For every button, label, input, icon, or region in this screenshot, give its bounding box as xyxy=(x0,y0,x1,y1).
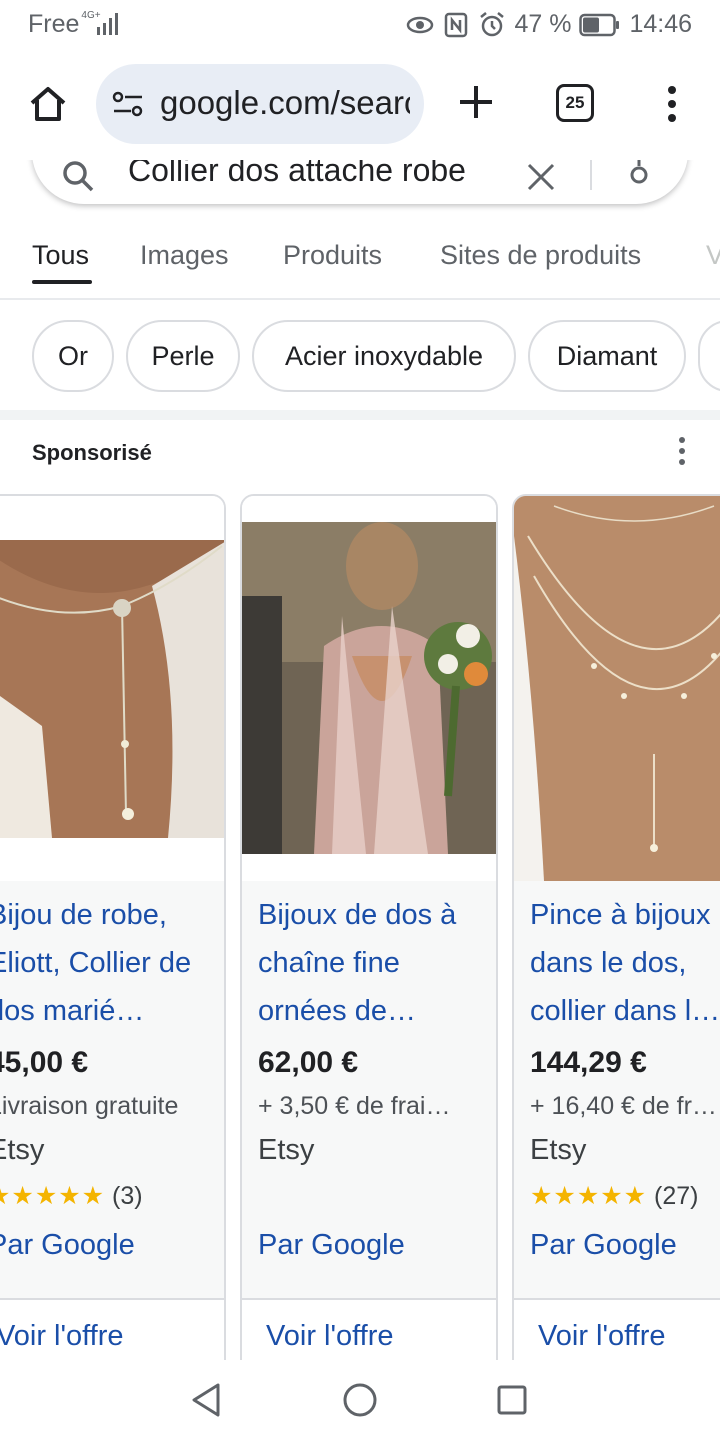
product-price: 62,00 € xyxy=(258,1046,359,1079)
by-google-link[interactable]: Par Google xyxy=(258,1219,488,1271)
product-shipping: + 3,50 € de frai… xyxy=(258,1092,451,1120)
filter-chips: Or Perle Acier inoxydable Diamant xyxy=(0,320,720,394)
search-input[interactable]: Collier dos attache robe xyxy=(128,160,466,189)
chip-partial[interactable] xyxy=(698,320,720,392)
product-title[interactable]: Bijou de robe, Eliott, Collier de dos ma… xyxy=(0,891,216,1035)
rating-count: (3) xyxy=(112,1182,143,1210)
browser-toolbar: google.com/search 25 xyxy=(0,60,720,152)
tab-images[interactable]: Images xyxy=(140,240,229,271)
view-offer-link[interactable]: Voir l'offre xyxy=(266,1320,394,1353)
product-photo xyxy=(514,496,720,881)
view-offer-link[interactable]: Voir l'offre xyxy=(0,1320,124,1353)
clear-icon[interactable] xyxy=(526,162,556,192)
battery-percent: 47 % xyxy=(514,10,572,38)
product-card[interactable]: Bijoux de dos à chaîne fine ornées de… 6… xyxy=(240,494,498,1360)
product-details: Pince à bijoux dans le dos, collier dans… xyxy=(530,891,720,1271)
search-tabs: Tous Images Produits Sites de produits V xyxy=(0,230,720,300)
product-card[interactable]: Bijou de robe, Eliott, Collier de dos ma… xyxy=(0,494,226,1360)
chip-pearl[interactable]: Perle xyxy=(126,320,240,392)
star-rating-icon: ★★★★★ xyxy=(530,1182,648,1210)
product-price: 144,29 € xyxy=(530,1046,647,1079)
tab-products[interactable]: Produits xyxy=(283,240,382,271)
product-title[interactable]: Bijoux de dos à chaîne fine ornées de… xyxy=(258,891,488,1035)
product-shipping: + 16,40 € de fr… xyxy=(530,1092,717,1120)
product-shipping: Livraison gratuite xyxy=(0,1092,179,1120)
product-details: Bijoux de dos à chaîne fine ornées de… 6… xyxy=(258,891,488,1271)
product-rating: ★★★★★ (27) xyxy=(530,1173,720,1219)
clock: 14:46 xyxy=(629,10,692,38)
eye-icon xyxy=(407,16,434,33)
tab-all[interactable]: Tous xyxy=(32,240,89,271)
battery-icon xyxy=(579,13,620,36)
by-google-link[interactable]: Par Google xyxy=(530,1219,720,1271)
back-icon[interactable] xyxy=(190,1382,222,1418)
menu-icon[interactable] xyxy=(660,84,684,124)
nfc-icon xyxy=(445,12,468,37)
view-offer-link[interactable]: Voir l'offre xyxy=(538,1320,666,1353)
product-photo xyxy=(0,496,224,881)
url-bar[interactable]: google.com/search xyxy=(96,64,424,144)
product-photo xyxy=(242,496,496,881)
product-image[interactable] xyxy=(0,496,224,881)
sponsored-label: Sponsorisé xyxy=(32,440,152,465)
site-settings-icon[interactable] xyxy=(112,90,144,118)
section-separator xyxy=(0,410,720,420)
rating-count: (27) xyxy=(654,1182,699,1210)
tab-next-partial[interactable]: V xyxy=(706,240,720,271)
product-title[interactable]: Pince à bijoux dans le dos, collier dans… xyxy=(530,891,720,1035)
product-price: 45,00 € xyxy=(0,1046,89,1079)
url-text: google.com/search xyxy=(160,84,410,121)
chip-gold[interactable]: Or xyxy=(32,320,114,392)
star-rating-icon: ★★★★★ xyxy=(0,1182,106,1210)
product-image[interactable] xyxy=(242,496,496,881)
tab-switcher-button[interactable]: 25 xyxy=(556,84,594,122)
by-google-link[interactable]: Par Google xyxy=(0,1219,216,1271)
card-footer: Voir l'offre xyxy=(0,1298,224,1360)
product-card[interactable]: Pince à bijoux dans le dos, collier dans… xyxy=(512,494,720,1360)
alarm-icon xyxy=(480,11,505,36)
product-details: Bijou de robe, Eliott, Collier de dos ma… xyxy=(0,891,216,1271)
product-image[interactable] xyxy=(514,496,720,881)
carrier-label: Free 4G+ xyxy=(28,10,101,39)
home-nav-icon[interactable] xyxy=(342,1382,378,1418)
carrier-name: Free xyxy=(28,10,80,38)
product-merchant: Etsy xyxy=(530,1134,587,1166)
product-rating-empty xyxy=(258,1173,488,1219)
system-nav-bar xyxy=(0,1360,720,1440)
search-box[interactable]: Collier dos attache robe xyxy=(32,160,688,204)
product-merchant: Etsy xyxy=(0,1134,45,1166)
chip-stainless-steel[interactable]: Acier inoxydable xyxy=(252,320,516,392)
lens-icon[interactable] xyxy=(622,160,656,192)
chip-diamond[interactable]: Diamant xyxy=(528,320,686,392)
signal-icon xyxy=(97,13,118,35)
search-results-page: Collier dos attache robe Tous Images Pro… xyxy=(0,160,720,1360)
recent-apps-icon[interactable] xyxy=(496,1384,528,1416)
product-merchant: Etsy xyxy=(258,1134,315,1166)
status-bar: Free 4G+ 47 % 14:46 xyxy=(0,0,720,52)
active-tab-indicator xyxy=(32,280,92,284)
card-footer: Voir l'offre xyxy=(514,1298,720,1360)
home-icon[interactable] xyxy=(26,82,70,126)
status-icons: 47 % 14:46 xyxy=(406,10,692,39)
search-icon xyxy=(63,161,94,192)
card-footer: Voir l'offre xyxy=(242,1298,496,1360)
tab-product-sites[interactable]: Sites de produits xyxy=(440,240,641,271)
more-options-icon[interactable] xyxy=(676,436,688,466)
product-rating: ★★★★★ (3) xyxy=(0,1173,216,1219)
new-tab-icon[interactable] xyxy=(456,82,496,122)
search-divider xyxy=(590,160,592,190)
